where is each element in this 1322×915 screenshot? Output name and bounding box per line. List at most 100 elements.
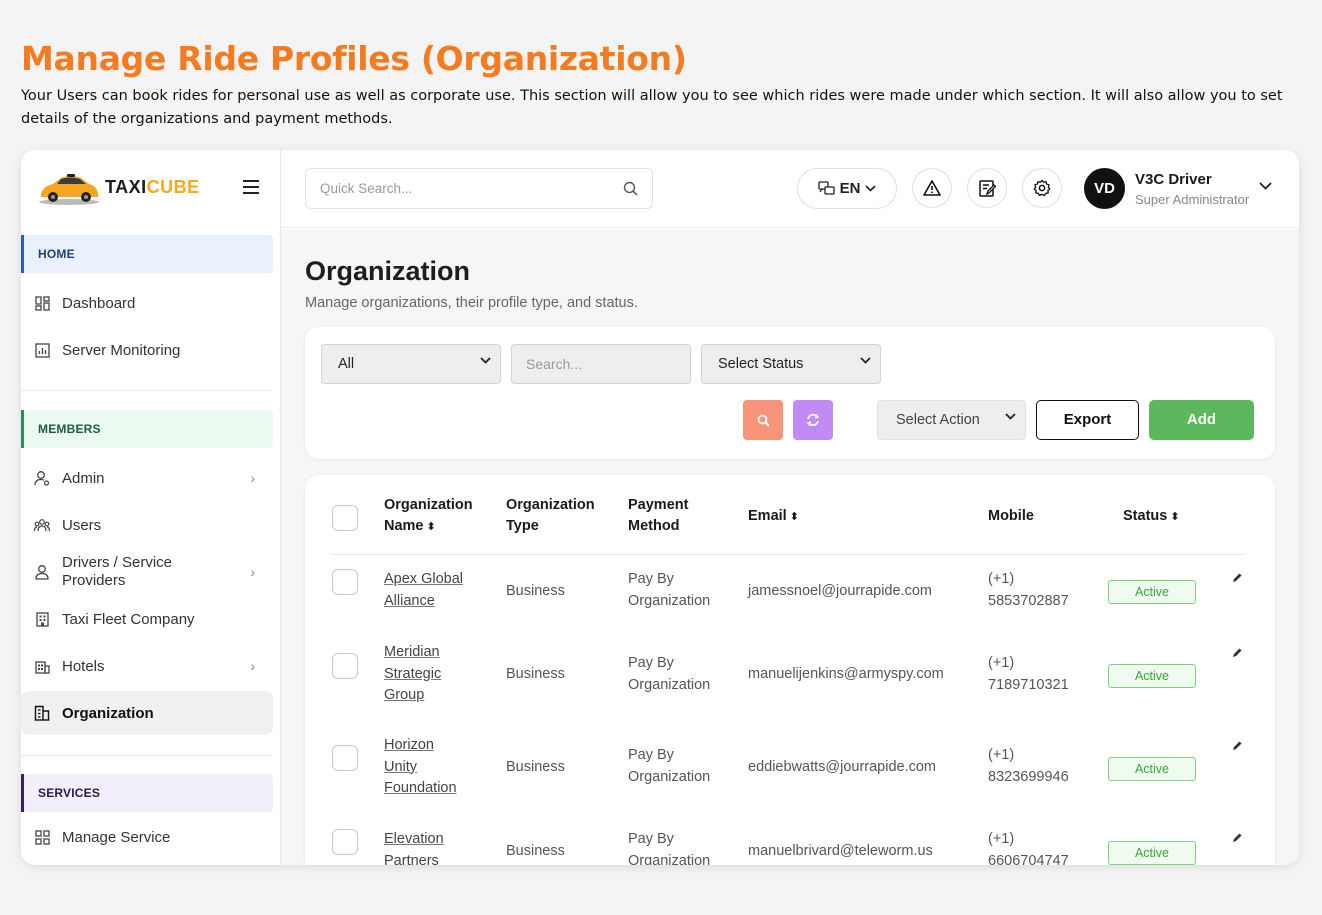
sidebar-item-dashboard[interactable]: Dashboard <box>21 281 273 325</box>
column-header-mobile: Mobile <box>988 508 1034 524</box>
warning-triangle-icon <box>923 180 941 196</box>
select-all-checkbox[interactable] <box>332 505 358 531</box>
header-divider <box>332 554 1244 555</box>
sidebar-item-label: Server Monitoring <box>62 341 181 359</box>
admin-user-icon <box>34 470 50 486</box>
payment-method: Pay By Organization <box>628 655 711 693</box>
edit-icon[interactable] <box>1231 831 1243 849</box>
column-header-org-type: Organization Type <box>506 497 595 534</box>
notes-button[interactable] <box>967 168 1007 208</box>
row-checkbox[interactable] <box>332 829 358 855</box>
org-type: Business <box>506 759 565 775</box>
mobile: (+1) 5853702887 <box>988 571 1069 609</box>
section-title: Organization <box>305 256 471 286</box>
main-content: Organization Manage organizations, their… <box>281 229 1299 865</box>
app-window: TAXICUBE HOME Dashboard Server Monitorin… <box>21 150 1299 865</box>
export-button[interactable]: Export <box>1036 400 1139 440</box>
sidebar-item-taxi-fleet[interactable]: Taxi Fleet Company <box>21 597 273 641</box>
sidebar-item-label: Drivers / Service Providers <box>62 554 173 589</box>
sort-icon: ⬍ <box>426 521 436 533</box>
grid-icon <box>34 829 50 845</box>
driver-icon <box>34 564 50 580</box>
bulk-action-select[interactable]: Select Action <box>877 400 1026 440</box>
organization-table: Organization Name ⬍ Organization Type Payme… <box>305 475 1275 865</box>
chevron-right-icon: › <box>250 564 255 580</box>
edit-icon[interactable] <box>1231 646 1243 664</box>
column-header-status[interactable]: Status ⬍ <box>1123 506 1180 528</box>
org-type: Business <box>506 843 565 859</box>
payment-method: Pay By Organization <box>628 831 711 865</box>
filter-panel: All Search... Select Status Select Actio… <box>305 327 1275 459</box>
row-checkbox[interactable] <box>332 653 358 679</box>
status-filter-select[interactable]: Select Status <box>701 344 881 384</box>
column-header-payment: Payment Method <box>628 497 689 534</box>
section-home: HOME <box>21 235 273 273</box>
edit-icon[interactable] <box>1231 571 1243 589</box>
monitor-chart-icon <box>34 342 50 358</box>
brand-logo[interactable]: TAXICUBE <box>37 168 267 210</box>
email: manuelbrivard@teleworm.us <box>748 843 933 859</box>
sidebar-item-hotels[interactable]: Hotels › <box>21 644 273 688</box>
mobile: (+1) 7189710321 <box>988 655 1069 693</box>
column-header-email[interactable]: Email ⬍ <box>748 506 799 528</box>
sidebar-item-label: Hotels <box>62 657 105 675</box>
settings-button[interactable] <box>1022 168 1062 208</box>
mobile: (+1) 6606704747 <box>988 831 1069 865</box>
quick-search-input[interactable]: Quick Search... <box>305 168 653 209</box>
chevron-down-icon[interactable] <box>1259 182 1272 190</box>
row-checkbox[interactable] <box>332 569 358 595</box>
email: jamessnoel@jourrapide.com <box>748 583 932 599</box>
org-name-link[interactable]: Elevation Partners <box>384 829 444 865</box>
sidebar-item-users[interactable]: Users <box>21 503 273 547</box>
organization-icon <box>34 705 50 721</box>
sidebar-item-label: Manage Service <box>62 828 171 846</box>
user-role: Super Administrator <box>1135 192 1250 207</box>
org-name-link[interactable]: Meridian Strategic Group <box>384 642 441 707</box>
status-badge[interactable]: Active <box>1108 757 1196 781</box>
refresh-button[interactable] <box>793 400 833 440</box>
chevron-down-icon <box>860 357 871 364</box>
org-name-link[interactable]: Horizon Unity Foundation <box>384 735 457 800</box>
edit-icon[interactable] <box>1231 739 1243 757</box>
row-checkbox[interactable] <box>332 745 358 771</box>
mobile: (+1) 8323699946 <box>988 747 1069 785</box>
chevron-right-icon: › <box>250 470 255 486</box>
language-selector[interactable]: EN <box>797 168 897 209</box>
sidebar-item-drivers[interactable]: Drivers / Service Providers › <box>21 550 273 594</box>
search-icon[interactable] <box>623 181 638 196</box>
status-badge[interactable]: Active <box>1108 841 1196 865</box>
sidebar-item-admin[interactable]: Admin › <box>21 456 273 500</box>
page-title: Manage Ride Profiles (Organization) <box>21 39 687 78</box>
search-icon <box>757 414 770 427</box>
status-badge[interactable]: Active <box>1108 580 1196 604</box>
sidebar-item-server-monitoring[interactable]: Server Monitoring <box>21 328 273 372</box>
hamburger-menu-icon[interactable] <box>243 180 259 194</box>
sidebar-item-organization[interactable]: Organization <box>21 691 273 735</box>
gear-icon <box>1033 179 1051 197</box>
alert-button[interactable] <box>912 168 952 208</box>
sort-icon: ⬍ <box>1170 511 1180 523</box>
column-header-org-name[interactable]: Organization Name ⬍ <box>384 495 473 538</box>
add-button[interactable]: Add <box>1149 400 1254 440</box>
dashboard-icon <box>34 295 50 311</box>
search-button[interactable] <box>743 400 783 440</box>
hotel-icon <box>34 658 50 674</box>
sidebar-item-manage-service[interactable]: Manage Service <box>21 815 273 859</box>
sidebar-item-label: Users <box>62 516 102 534</box>
section-members: MEMBERS <box>21 410 273 448</box>
payment-method: Pay By Organization <box>628 571 711 609</box>
type-filter-select[interactable]: All <box>321 344 501 384</box>
building-icon <box>34 611 50 627</box>
org-name-link[interactable]: Apex Global Alliance <box>384 569 463 612</box>
status-badge[interactable]: Active <box>1108 664 1196 688</box>
avatar[interactable]: VD <box>1084 168 1125 209</box>
chevron-down-icon <box>480 357 491 364</box>
org-type: Business <box>506 666 565 682</box>
topbar: Quick Search... EN VD V3C Driver Super A… <box>281 150 1299 228</box>
taxi-car-icon <box>39 174 99 205</box>
sidebar-divider <box>21 390 273 391</box>
table-search-input[interactable]: Search... <box>511 344 691 384</box>
section-subtitle: Manage organizations, their profile type… <box>305 295 638 311</box>
payment-method: Pay By Organization <box>628 747 711 785</box>
user-name[interactable]: V3C Driver <box>1135 171 1212 188</box>
